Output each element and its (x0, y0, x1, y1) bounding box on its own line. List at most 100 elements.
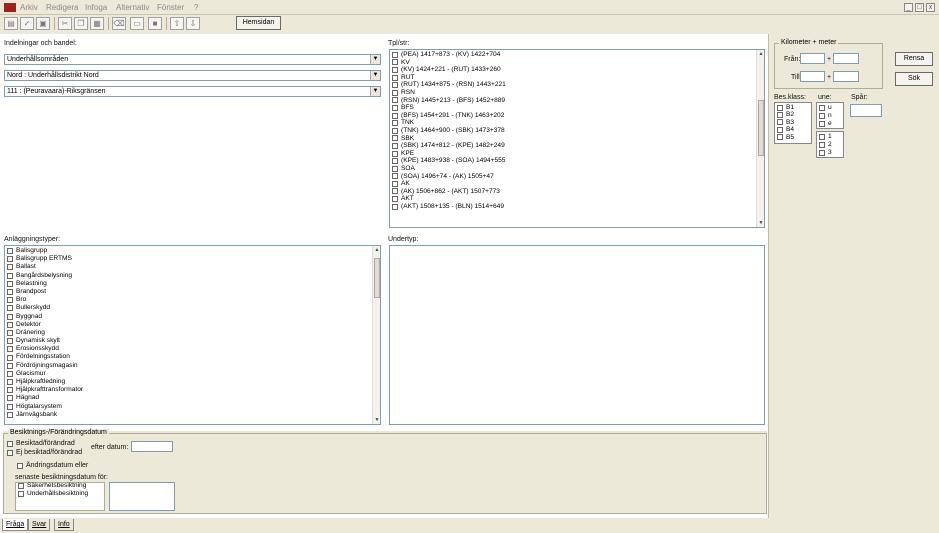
list-item[interactable]: B1 (775, 104, 811, 111)
scroll-thumb[interactable] (374, 258, 380, 298)
list-item[interactable]: (KPE) 1483+938 - (SOA) 1494+555 (390, 157, 764, 165)
inspection-date-input[interactable] (109, 482, 175, 511)
list-item[interactable]: (AKT) 1508+135 - (BLN) 1514+649 (390, 203, 764, 211)
tab-info[interactable]: Info (54, 519, 74, 531)
list-item[interactable]: Högtalarsystem (5, 403, 380, 411)
list-item[interactable]: u (817, 104, 843, 112)
anlaggning-list[interactable]: Balisgrupp Balisgrupp ERTMS Ballast Bangård… (4, 245, 381, 425)
inspection-type-list[interactable]: Säkerhetsbesiktning Underhållsbesiktning (15, 482, 105, 511)
checkbox[interactable] (7, 280, 13, 287)
checkbox[interactable] (7, 411, 13, 418)
table-icon[interactable]: ▭ (130, 17, 144, 30)
checkbox[interactable] (7, 248, 13, 255)
checkbox[interactable] (392, 188, 398, 195)
list-item[interactable]: B3 (775, 119, 811, 126)
menu-arkiv[interactable]: Arkiv (20, 3, 38, 12)
sok-button[interactable]: Sök (895, 72, 933, 86)
list-item[interactable]: Bangårdsbelysning (5, 272, 380, 280)
bes-klass-list[interactable]: B1 B2 B3 B4 B5 (774, 102, 812, 144)
list-item[interactable]: KPE (390, 150, 764, 158)
restore-button[interactable]: □ (915, 3, 924, 12)
checkbox[interactable] (392, 196, 398, 203)
checkbox[interactable] (392, 127, 398, 134)
bandel-select[interactable]: 111 : (Peuravaara)-Riksgränsen ▼ (4, 86, 381, 97)
list-item[interactable]: Detektor (5, 321, 380, 329)
district-select[interactable]: Nord : Underhållsdistrikt Nord ▼ (4, 70, 381, 81)
list-item[interactable]: Hägnad (5, 394, 380, 402)
arrow-up-icon[interactable]: ⇧ (170, 17, 184, 30)
list-item[interactable]: (PEA) 1417+873 - (KV) 1422+704 (390, 51, 764, 59)
list-item[interactable]: Brandpost (5, 288, 380, 296)
cut-icon[interactable]: ✂ (58, 17, 72, 30)
checkbox[interactable] (392, 173, 398, 180)
list-item[interactable]: AKT (390, 195, 764, 203)
list-item[interactable]: Ballast (5, 263, 380, 271)
checkbox[interactable] (7, 297, 13, 304)
spar-input[interactable] (850, 104, 882, 117)
list-item[interactable]: (RUT) 1434+875 - (RSN) 1443+221 (390, 81, 764, 89)
print-icon[interactable]: ■ (148, 17, 162, 30)
scroll-thumb[interactable] (758, 100, 764, 156)
menu-help[interactable]: ? (194, 3, 198, 12)
list-item[interactable]: Järnvägsbank (5, 411, 380, 419)
scroll-down-icon[interactable]: ▼ (373, 416, 380, 424)
tab-fraga[interactable]: Fråga (2, 519, 29, 531)
checkbox[interactable] (7, 346, 13, 353)
minimize-button[interactable]: _ (904, 3, 913, 12)
list-item[interactable]: Säkerhetsbesiktning (16, 482, 104, 489)
list-item[interactable]: RUT (390, 74, 764, 82)
sakerhet-checkbox[interactable] (18, 483, 24, 489)
checkbox[interactable] (7, 370, 13, 377)
checkbox[interactable] (7, 362, 13, 369)
checkbox[interactable] (392, 112, 398, 119)
checkbox[interactable] (392, 82, 398, 89)
checkbox[interactable] (392, 165, 398, 172)
checkbox[interactable] (392, 97, 398, 104)
list-item[interactable]: 2 (817, 141, 843, 149)
checkbox[interactable] (392, 74, 398, 81)
checkbox[interactable] (7, 321, 13, 328)
anlaggning-scrollbar[interactable]: ▲ ▼ (372, 246, 380, 424)
list-item[interactable]: (SOA) 1496+74 - (AK) 1505+47 (390, 173, 764, 181)
list-item[interactable]: n (817, 112, 843, 120)
list-item[interactable]: Fördröjningsmagasin (5, 362, 380, 370)
list-item[interactable]: (KV) 1424+221 - (RUT) 1433+260 (390, 66, 764, 74)
checkbox[interactable] (777, 119, 783, 126)
list-item[interactable]: (SBK) 1474+812 - (KPE) 1482+249 (390, 142, 764, 150)
efter-datum-input[interactable] (131, 441, 173, 452)
checkbox[interactable] (819, 121, 825, 127)
checkbox[interactable] (392, 104, 398, 111)
checkbox[interactable] (392, 150, 398, 157)
scroll-up-icon[interactable]: ▲ (373, 246, 380, 254)
checkbox[interactable] (7, 256, 13, 263)
checkbox[interactable] (392, 120, 398, 127)
menu-redigera[interactable]: Redigera (46, 3, 78, 12)
list-item[interactable]: e (817, 120, 843, 128)
checkbox[interactable] (777, 134, 783, 141)
arrow-down-icon[interactable]: ⇩ (186, 17, 200, 30)
checkbox[interactable] (392, 135, 398, 142)
list-item[interactable]: B2 (775, 111, 811, 118)
list-item[interactable]: Fördelningsstation (5, 353, 380, 361)
checkbox[interactable] (777, 112, 783, 119)
checkbox[interactable] (392, 158, 398, 165)
checkbox[interactable] (7, 338, 13, 345)
list-item[interactable]: B4 (775, 126, 811, 133)
checkbox[interactable] (7, 379, 13, 386)
list-item[interactable]: Bro (5, 296, 380, 304)
paste-icon[interactable]: ▦ (90, 17, 104, 30)
checkbox[interactable] (819, 142, 825, 148)
tpl-list[interactable]: (PEA) 1417+873 - (KV) 1422+704 KV (KV) 142… (389, 49, 765, 228)
list-item[interactable]: RSN (390, 89, 764, 97)
checkbox[interactable] (392, 89, 398, 96)
underhall-checkbox[interactable] (18, 491, 24, 497)
andringsdatum-checkbox[interactable] (17, 462, 23, 469)
list-item[interactable]: 1 (817, 133, 843, 141)
checkbox[interactable] (7, 264, 13, 271)
menu-infoga[interactable]: Infoga (85, 3, 107, 12)
list-item[interactable]: Hjälpkrafttransformator (5, 386, 380, 394)
list-item[interactable]: AK (390, 180, 764, 188)
une-list[interactable]: une (816, 102, 844, 129)
list-item[interactable]: SOA (390, 165, 764, 173)
checkbox[interactable] (7, 329, 13, 336)
